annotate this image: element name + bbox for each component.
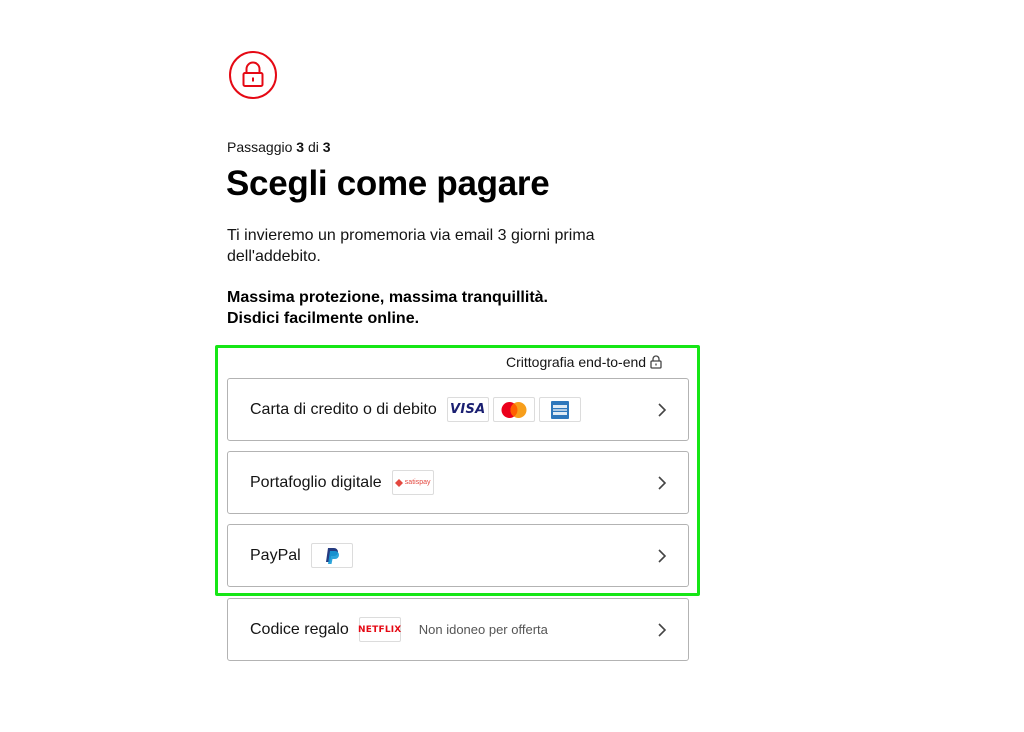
- satispay-logo: satispay: [391, 470, 434, 495]
- step-prefix: Passaggio: [227, 139, 293, 155]
- mastercard-icon: [501, 401, 527, 418]
- encryption-text: Crittografia end-to-end: [506, 354, 647, 370]
- card-logos: VISA: [446, 397, 581, 422]
- assurance-text: Massima protezione, massima tranquillità…: [227, 287, 548, 329]
- amex-icon: [550, 400, 569, 419]
- netflix-logo: NETFLIX: [358, 617, 402, 642]
- wallet-logos: satispay: [391, 470, 434, 495]
- paypal-logos: [310, 543, 353, 568]
- payment-option-label: Codice regalo: [250, 620, 349, 638]
- reminder-text: Ti invieremo un promemoria via email 3 g…: [227, 227, 595, 265]
- lock-icon: [229, 51, 277, 99]
- paypal-icon: [325, 547, 339, 564]
- assurance-line-1: Massima protezione, massima tranquillità…: [227, 289, 548, 306]
- payment-option-label: PayPal: [250, 546, 301, 564]
- encryption-label: Crittografia end-to-end: [506, 354, 662, 370]
- payment-option-paypal[interactable]: PayPal: [227, 524, 689, 587]
- lock-icon: [650, 355, 662, 369]
- chevron-right-icon: [658, 402, 667, 417]
- chevron-right-icon: [658, 548, 667, 563]
- payment-option-label: Portafoglio digitale: [250, 473, 382, 491]
- amex-logo: [538, 397, 581, 422]
- visa-logo-text: VISA: [450, 402, 486, 417]
- visa-logo: VISA: [446, 397, 489, 422]
- step-separator: di: [307, 139, 319, 155]
- payment-option-card[interactable]: Carta di credito o di debito VISA: [227, 378, 689, 441]
- payment-option-gift-code[interactable]: Codice regalo NETFLIX Non idoneo per off…: [227, 598, 689, 661]
- satispay-icon: [394, 478, 403, 487]
- chevron-right-icon: [658, 475, 667, 490]
- step-current: 3: [296, 139, 305, 155]
- page-title: Scegli come pagare: [226, 164, 550, 203]
- satispay-text: satispay: [404, 479, 431, 486]
- netflix-logo-text: NETFLIX: [358, 624, 402, 635]
- gift-code-note: Non idoneo per offerta: [418, 622, 548, 637]
- mastercard-logo: [492, 397, 535, 422]
- paypal-logo: [310, 543, 353, 568]
- payment-option-label: Carta di credito o di debito: [250, 400, 437, 418]
- gift-logos: NETFLIX: [358, 617, 402, 642]
- payment-option-digital-wallet[interactable]: Portafoglio digitale satispay: [227, 451, 689, 514]
- chevron-right-icon: [658, 622, 667, 637]
- step-total: 3: [322, 139, 331, 155]
- step-indicator: Passaggio 3 di 3: [227, 139, 331, 155]
- assurance-line-2: Disdici facilmente online.: [227, 310, 420, 327]
